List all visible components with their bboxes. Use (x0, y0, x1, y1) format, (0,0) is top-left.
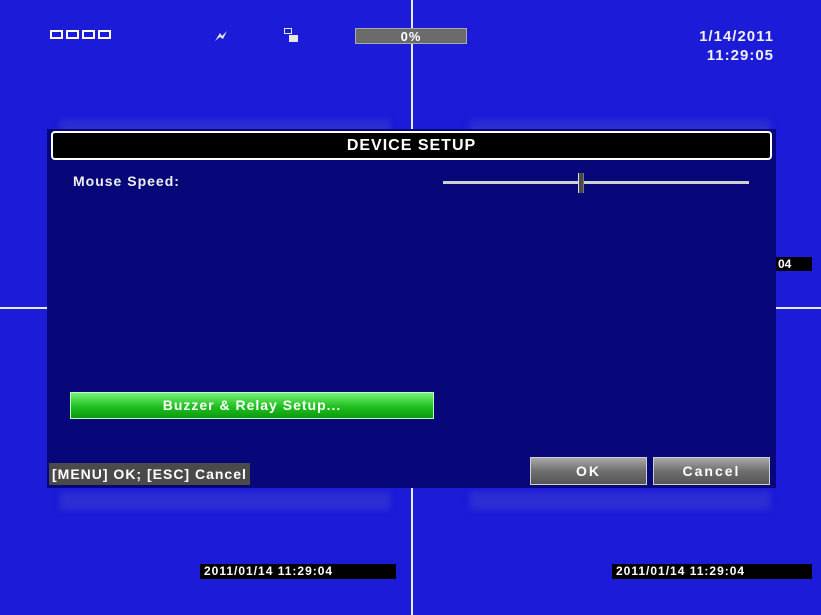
camera-2-icon (66, 30, 79, 39)
camera-3-icon (82, 30, 95, 39)
system-time: 11:29:05 (706, 47, 774, 64)
camera-4-icon (98, 30, 111, 39)
system-date: 1/14/2011 (699, 28, 774, 45)
progress-label: 0% (400, 29, 422, 44)
dialog-title: DEVICE SETUP (51, 131, 772, 160)
slider-thumb[interactable] (577, 173, 584, 193)
device-setup-dialog: DEVICE SETUP Mouse Speed: Buzzer & Relay… (47, 129, 776, 488)
mouse-speed-slider[interactable] (443, 173, 749, 193)
ok-button[interactable]: OK (530, 457, 647, 485)
network-status-icon (284, 28, 298, 42)
key-hint: [MENU] OK; [ESC] Cancel (49, 463, 250, 485)
channel-2-timestamp: 04 (776, 257, 812, 271)
ghost-overlay (470, 492, 770, 510)
slider-track[interactable] (443, 181, 749, 184)
record-status-icon (214, 30, 228, 49)
camera-status-icons (50, 30, 111, 39)
hdd-usage-progress: 0% (355, 28, 467, 44)
ghost-overlay (60, 492, 390, 510)
cancel-button[interactable]: Cancel (653, 457, 770, 485)
buzzer-relay-setup-button[interactable]: Buzzer & Relay Setup... (70, 392, 434, 419)
system-clock: 1/14/2011 11:29:05 (699, 27, 774, 65)
channel-3-timestamp: 2011/01/14 11:29:04 (200, 564, 396, 579)
camera-1-icon (50, 30, 63, 39)
channel-4-timestamp: 2011/01/14 11:29:04 (612, 564, 812, 579)
mouse-speed-label: Mouse Speed: (73, 173, 180, 189)
